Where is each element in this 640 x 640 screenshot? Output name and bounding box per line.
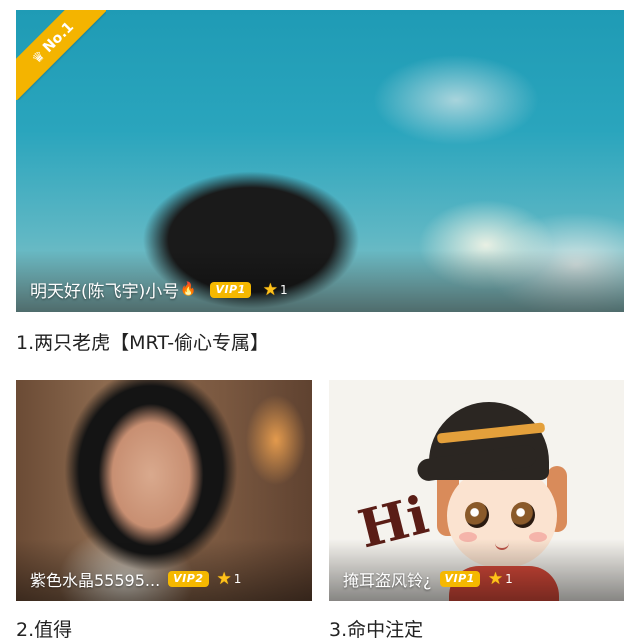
username[interactable]: 紫色水晶55595... xyxy=(30,567,160,591)
rank-card-1[interactable]: ♛ No.1 明天好(陈飞宇)小号 🔥 VIP1 ★ 1 xyxy=(16,10,624,312)
rank-card-2[interactable]: 紫色水晶55595... VIP2 ★ 1 xyxy=(16,380,312,601)
ranking-page: ♛ No.1 明天好(陈飞宇)小号 🔥 VIP1 ★ 1 1.两只老虎【MRT-… xyxy=(0,0,640,640)
song-title[interactable]: 2.值得 xyxy=(16,615,72,640)
username[interactable]: 明天好(陈飞宇)小号 xyxy=(30,277,179,302)
star-icon: ★ xyxy=(487,569,504,589)
user-info: 掩耳盗风铃¿ VIP1 ★ 1 xyxy=(343,567,513,591)
song-title[interactable]: 1.两只老虎【MRT-偷心专属】 xyxy=(16,328,269,355)
eye xyxy=(511,502,535,528)
fire-icon: 🔥 xyxy=(180,282,197,297)
star-count: 1 xyxy=(233,572,242,586)
song-title[interactable]: 3.命中注定 xyxy=(329,615,423,640)
star-count: 1 xyxy=(280,282,288,297)
vip-badge: VIP2 xyxy=(168,571,209,587)
star-icon: ★ xyxy=(262,279,279,300)
username[interactable]: 掩耳盗风铃¿ xyxy=(343,567,432,591)
user-info: 紫色水晶55595... VIP2 ★ 1 xyxy=(30,567,241,591)
vip-badge: VIP1 xyxy=(439,571,480,587)
rank-badge-label: No.1 xyxy=(40,18,78,56)
star-count: 1 xyxy=(505,572,513,586)
rank-card-3[interactable]: Hi 掩耳盗风铃¿ VIP1 ★ 1 xyxy=(329,380,624,601)
vip-badge: VIP1 xyxy=(210,281,251,298)
user-info: 明天好(陈飞宇)小号 🔥 VIP1 ★ 1 xyxy=(30,277,288,303)
star-icon: ★ xyxy=(216,569,232,589)
rank-ribbon: ♛ No.1 xyxy=(16,10,106,100)
eye xyxy=(465,502,489,528)
